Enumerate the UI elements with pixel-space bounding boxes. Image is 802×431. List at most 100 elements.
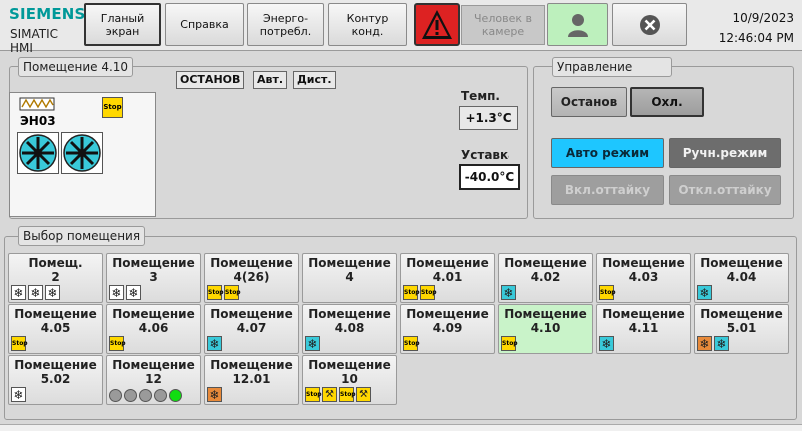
stop-icon: Stop [339, 387, 356, 402]
room-tile[interactable]: Помещение 10 Stop ⚒ Stop ⚒ [302, 355, 397, 405]
room-tile-label: Помещение [112, 307, 195, 321]
room-tile[interactable]: Помещение 4.08 ❄ [302, 304, 397, 354]
room-selection-title: Выбор помещения [18, 226, 146, 246]
room-tile-icons: ❄ [11, 387, 26, 402]
top-bar: SIEMENS SIMATIC HMI Гланый экран Справка… [0, 0, 802, 55]
room-tile-number: 4.03 [628, 270, 659, 284]
room-tile[interactable]: Помещение 4.10 Stop [498, 304, 593, 354]
fan-icon: ❄ [207, 336, 222, 351]
room-tile-number: 4.10 [530, 321, 561, 335]
room-tile-icons: ❄ [697, 285, 712, 300]
room-title: Помещение 4.10 [18, 57, 134, 77]
room-tile[interactable]: Помещение 4.03 Stop [596, 253, 691, 303]
setpoint-input[interactable]: -40.0°C [459, 164, 520, 190]
stop-icon: Stop [109, 336, 126, 351]
fan-icon: ❄ [501, 285, 516, 300]
room-tile-icons: Stop [501, 336, 518, 351]
tools-icon: ⚒ [356, 387, 371, 402]
cool-button[interactable]: Охл. [630, 87, 704, 117]
brand-name: SIEMENS [9, 5, 86, 23]
person-in-room-indicator: Человек в камере [461, 5, 545, 45]
nav-help-button[interactable]: Справка [165, 3, 244, 46]
fan-icon: ❄ [28, 285, 43, 300]
status-lamp-icon [124, 389, 137, 402]
room-tile-icons: ❄ [305, 336, 320, 351]
room-tile-icons: Stop [599, 285, 616, 300]
room-tile[interactable]: Помещение 4.02 ❄ [498, 253, 593, 303]
room-tile[interactable]: Помещение 3 ❄ ❄ [106, 253, 201, 303]
room-tile-number: 4.05 [40, 321, 71, 335]
room-tile-label: Помещение [210, 256, 293, 270]
nav-energy-button[interactable]: Энерго- потребл. [247, 3, 324, 46]
room-tile[interactable]: Помещение 4.07 ❄ [204, 304, 299, 354]
control-title: Управление [552, 57, 672, 77]
stop-icon: Stop [224, 285, 241, 300]
stop-icon: Stop [207, 285, 224, 300]
close-icon [640, 15, 660, 35]
room-tile[interactable]: Помещение 5.01 ❄ ❄ [694, 304, 789, 354]
room-tile[interactable]: Помещение 4.06 Stop [106, 304, 201, 354]
fan-icon: ❄ [11, 285, 26, 300]
room-tile[interactable]: Помещение 5.02 ❄ [8, 355, 103, 405]
fan-icon: ❄ [11, 387, 26, 402]
status-lamp-icon [109, 389, 122, 402]
room-tile-number: 2 [51, 270, 60, 284]
auto-mode-button[interactable]: Авто режим [551, 138, 664, 168]
nav-circuit-button[interactable]: Контур конд. [328, 3, 407, 46]
date-text: 10/9/2023 [732, 11, 794, 25]
room-tile-number: 4(26) [233, 270, 270, 284]
room-tile-label: Помещение [112, 358, 195, 372]
fan-icon: ❄ [126, 285, 141, 300]
mode-remote-badge: Дист. [293, 71, 336, 89]
status-lamp-icon [139, 389, 152, 402]
fan-icon: ❄ [207, 387, 222, 402]
fan-icon: ❄ [599, 336, 614, 351]
alarm-button[interactable] [414, 3, 460, 46]
room-tile[interactable]: Помещ. 2 ❄ ❄ ❄ [8, 253, 103, 303]
stop-button[interactable]: Останов [551, 87, 627, 117]
siemens-logo: SIEMENS SIMATIC HMI [4, 3, 85, 55]
room-tile-icons: ❄ [501, 285, 516, 300]
room-tile-label: Помещение [602, 307, 685, 321]
room-tile-icons: ❄ [207, 387, 222, 402]
stop-icon: Stop [403, 336, 420, 351]
room-tile-icons: Stop [109, 336, 126, 351]
room-tile-number: 4.01 [432, 270, 463, 284]
close-button[interactable] [612, 3, 687, 46]
room-tile[interactable]: Помещение 4.04 ❄ [694, 253, 789, 303]
nav-main-screen-button[interactable]: Гланый экран [84, 3, 161, 46]
defrost-off-button[interactable]: Откл.оттайку [669, 175, 781, 205]
fan-icon [17, 132, 59, 174]
stop-icon: Stop [11, 336, 28, 351]
room-tile-icons: ❄ [599, 336, 614, 351]
room-tile[interactable]: Помещение 4.01 Stop Stop [400, 253, 495, 303]
warning-icon [422, 10, 452, 39]
temperature-label: Темп. [461, 89, 500, 103]
user-button[interactable] [547, 3, 608, 46]
room-tile-label: Помещение [602, 256, 685, 270]
room-tile-number: 5.02 [40, 372, 71, 386]
room-tile[interactable]: Помещение 12.01 ❄ [204, 355, 299, 405]
room-tile[interactable]: Помещение 4.09 Stop [400, 304, 495, 354]
room-tile[interactable]: Помещение 4.11 ❄ [596, 304, 691, 354]
room-tile[interactable]: Помещение 4 [302, 253, 397, 303]
defrost-on-button[interactable]: Вкл.оттайку [551, 175, 664, 205]
room-tile-label: Помещение [14, 307, 97, 321]
manual-mode-button[interactable]: Ручн.режим [669, 138, 781, 168]
room-equipment-view: Stop ЭН03 [9, 92, 156, 217]
stop-icon: Stop [599, 285, 616, 300]
room-tile-label: Помещ. [28, 256, 83, 270]
room-tile-number: 3 [149, 270, 158, 284]
room-tile-number: 4 [345, 270, 354, 284]
room-tile[interactable]: Помещение 12 [106, 355, 201, 405]
brand-subtitle: SIMATIC HMI [10, 27, 59, 55]
room-tile[interactable]: Помещение 4(26) Stop Stop [204, 253, 299, 303]
stop-icon: Stop [102, 97, 123, 118]
room-tile-number: 4.09 [432, 321, 463, 335]
fan-icon: ❄ [697, 285, 712, 300]
room-tile-number: 4.06 [138, 321, 169, 335]
room-tile[interactable]: Помещение 4.05 Stop [8, 304, 103, 354]
stop-icon: Stop [501, 336, 518, 351]
room-tile-label: Помещение [14, 358, 97, 372]
room-tile-label: Помещение [308, 307, 391, 321]
